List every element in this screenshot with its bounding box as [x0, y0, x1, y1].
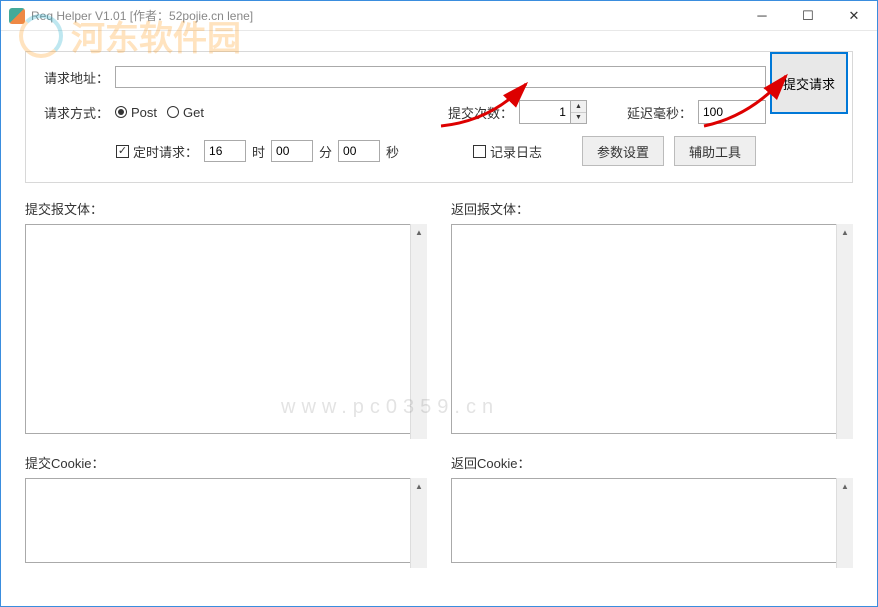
count-spinner[interactable]: ▲ ▼ [519, 100, 587, 124]
scrollbar[interactable]: ▲ [410, 224, 427, 439]
second-label: 秒 [386, 142, 399, 161]
response-cookie-textarea[interactable] [451, 478, 853, 563]
second-input[interactable] [338, 140, 380, 162]
delay-label: 延迟毫秒： [627, 103, 692, 122]
count-label: 提交次数： [448, 103, 513, 122]
param-settings-button[interactable]: 参数设置 [582, 136, 664, 166]
radio-icon [167, 106, 179, 118]
checkbox-icon [473, 145, 486, 158]
scroll-up-icon[interactable]: ▲ [837, 224, 853, 241]
log-checkbox[interactable]: 记录日志 [473, 142, 542, 161]
minimize-button[interactable]: ─ [739, 1, 785, 31]
window-buttons: ─ ☐ ✕ [739, 1, 877, 31]
submit-request-button[interactable]: 提交请求 [770, 52, 848, 114]
post-radio[interactable]: Post [115, 105, 157, 120]
titlebar: Req Helper V1.01 [作者：52pojie.cn lene] ─ … [1, 1, 877, 31]
scrollbar[interactable]: ▲ [836, 224, 853, 439]
count-input[interactable] [520, 101, 570, 123]
scroll-up-icon[interactable]: ▲ [411, 478, 427, 495]
maximize-button[interactable]: ☐ [785, 1, 831, 31]
timed-checkbox[interactable]: 定时请求： [116, 142, 198, 161]
minute-label: 分 [319, 142, 332, 161]
hour-label: 时 [252, 142, 265, 161]
url-input[interactable] [115, 66, 766, 88]
delay-input[interactable] [698, 100, 766, 124]
get-radio[interactable]: Get [167, 105, 204, 120]
scroll-up-icon[interactable]: ▲ [411, 224, 427, 241]
scrollbar[interactable]: ▲ [410, 478, 427, 568]
hour-input[interactable] [204, 140, 246, 162]
window-title: Req Helper V1.01 [作者：52pojie.cn lene] [31, 7, 253, 24]
response-body-label: 返回报文体： [451, 199, 853, 218]
checkbox-icon [116, 145, 129, 158]
close-button[interactable]: ✕ [831, 1, 877, 31]
url-label: 请求地址： [44, 68, 109, 87]
minute-input[interactable] [271, 140, 313, 162]
request-settings-group: 提交请求 请求地址： 请求方式： Post Get 提交次数： [25, 51, 853, 183]
method-label: 请求方式： [44, 103, 109, 122]
aux-tools-button[interactable]: 辅助工具 [674, 136, 756, 166]
request-body-textarea[interactable] [25, 224, 427, 434]
request-cookie-textarea[interactable] [25, 478, 427, 563]
spinner-down-icon[interactable]: ▼ [571, 113, 586, 124]
app-icon [9, 8, 25, 24]
response-cookie-label: 返回Cookie： [451, 453, 853, 472]
scrollbar[interactable]: ▲ [836, 478, 853, 568]
scroll-up-icon[interactable]: ▲ [837, 478, 853, 495]
spinner-up-icon[interactable]: ▲ [571, 101, 586, 113]
request-cookie-label: 提交Cookie： [25, 453, 427, 472]
request-body-label: 提交报文体： [25, 199, 427, 218]
response-body-textarea[interactable] [451, 224, 853, 434]
radio-icon [115, 106, 127, 118]
